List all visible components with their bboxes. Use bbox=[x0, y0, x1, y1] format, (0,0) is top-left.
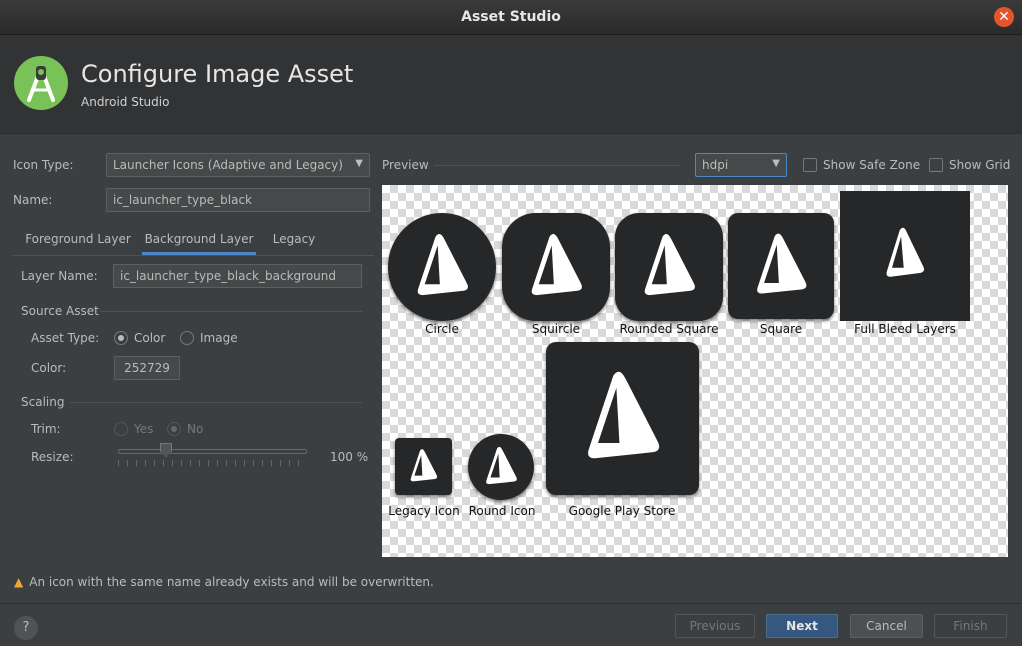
asset-type-image-radio[interactable] bbox=[180, 331, 194, 345]
title-bar: Asset Studio ✕ bbox=[0, 0, 1022, 35]
resize-slider-track[interactable] bbox=[118, 449, 307, 454]
warning-text: An icon with the same name already exist… bbox=[29, 575, 434, 589]
resize-value: 100 % bbox=[330, 450, 369, 464]
google-play-store-icon-preview bbox=[546, 342, 699, 495]
footer: ? Previous Next Cancel Finish bbox=[0, 603, 1022, 646]
icon-type-select[interactable]: Launcher Icons (Adaptive and Legacy) ▼ bbox=[106, 153, 370, 177]
source-asset-divider bbox=[100, 311, 362, 312]
resize-slider-thumb[interactable] bbox=[160, 443, 172, 457]
color-label: Color: bbox=[31, 361, 67, 375]
preview-divider bbox=[434, 165, 680, 166]
asset-type-color-label: Color bbox=[134, 331, 166, 345]
caption-squircle: Squircle bbox=[531, 322, 581, 336]
tab-background-layer[interactable]: Background Layer bbox=[142, 225, 256, 255]
caption-rounded-square: Rounded Square bbox=[619, 322, 719, 336]
show-safe-zone-label: Show Safe Zone bbox=[823, 158, 921, 172]
next-button[interactable]: Next bbox=[766, 614, 838, 638]
caption-full-bleed-layers: Full Bleed Layers bbox=[854, 322, 956, 336]
source-asset-heading: Source Asset bbox=[21, 304, 99, 318]
color-value-field[interactable]: 252729 bbox=[114, 356, 180, 380]
squircle-icon-preview bbox=[502, 213, 610, 321]
density-select[interactable]: hdpi ▼ bbox=[695, 153, 787, 177]
header: Configure Image Asset Android Studio bbox=[0, 35, 1022, 134]
help-icon[interactable]: ? bbox=[14, 616, 38, 640]
asset-type-image-label: Image bbox=[200, 331, 238, 345]
layer-name-input[interactable]: ic_launcher_type_black_background bbox=[113, 264, 362, 288]
scaling-divider bbox=[70, 402, 362, 403]
tab-divider bbox=[12, 255, 374, 256]
caption-google-play-store: Google Play Store bbox=[568, 504, 676, 518]
caption-circle: Circle bbox=[425, 322, 459, 336]
cancel-button[interactable]: Cancel bbox=[850, 614, 923, 638]
resize-slider-ticks bbox=[118, 460, 307, 466]
circle-icon-preview bbox=[388, 213, 496, 321]
show-grid-label: Show Grid bbox=[949, 158, 1011, 172]
round-icon-preview bbox=[468, 434, 534, 500]
legacy-icon-preview bbox=[395, 438, 452, 495]
square-icon-preview bbox=[728, 213, 834, 319]
name-label: Name: bbox=[13, 193, 53, 207]
rounded-square-icon-preview bbox=[615, 213, 723, 321]
asset-type-label: Asset Type: bbox=[31, 331, 100, 345]
preview-canvas: Circle Squircle Rounded Square Square Fu… bbox=[382, 185, 1008, 557]
layer-tabs: Foreground Layer Background Layer Legacy bbox=[12, 225, 374, 255]
asset-type-color-radio[interactable] bbox=[114, 331, 128, 345]
caption-square: Square bbox=[759, 322, 803, 336]
density-value: hdpi bbox=[702, 158, 729, 172]
resize-label: Resize: bbox=[31, 450, 74, 464]
icon-type-value: Launcher Icons (Adaptive and Legacy) bbox=[113, 158, 343, 172]
trim-label: Trim: bbox=[31, 422, 61, 436]
trim-yes-label: Yes bbox=[134, 422, 154, 436]
warning-icon: ▲ bbox=[14, 575, 24, 589]
tab-legacy[interactable]: Legacy bbox=[266, 225, 322, 255]
overwrite-warning: ▲ An icon with the same name already exis… bbox=[14, 575, 434, 589]
close-icon[interactable]: ✕ bbox=[994, 7, 1014, 27]
name-input[interactable]: ic_launcher_type_black bbox=[106, 188, 370, 212]
layer-name-label: Layer Name: bbox=[21, 269, 98, 283]
full-bleed-layers-icon-preview bbox=[840, 191, 970, 321]
preview-label: Preview bbox=[382, 158, 429, 172]
finish-button[interactable]: Finish bbox=[934, 614, 1007, 638]
page-title: Configure Image Asset bbox=[81, 60, 354, 88]
window-title: Asset Studio bbox=[461, 9, 561, 25]
scaling-heading: Scaling bbox=[21, 395, 65, 409]
trim-yes-radio[interactable] bbox=[114, 422, 128, 436]
caption-round-icon: Round Icon bbox=[468, 504, 536, 518]
page-subtitle: Android Studio bbox=[81, 95, 170, 109]
show-grid-checkbox[interactable] bbox=[929, 158, 943, 172]
icon-type-label: Icon Type: bbox=[13, 158, 74, 172]
previous-button[interactable]: Previous bbox=[675, 614, 755, 638]
chevron-down-icon: ▼ bbox=[355, 158, 363, 169]
trim-no-label: No bbox=[187, 422, 204, 436]
show-safe-zone-checkbox[interactable] bbox=[803, 158, 817, 172]
caption-legacy-icon: Legacy Icon bbox=[388, 504, 460, 518]
android-studio-logo-icon bbox=[14, 56, 68, 110]
tab-foreground-layer[interactable]: Foreground Layer bbox=[16, 225, 140, 255]
trim-no-radio[interactable] bbox=[167, 422, 181, 436]
chevron-down-icon: ▼ bbox=[772, 158, 780, 169]
